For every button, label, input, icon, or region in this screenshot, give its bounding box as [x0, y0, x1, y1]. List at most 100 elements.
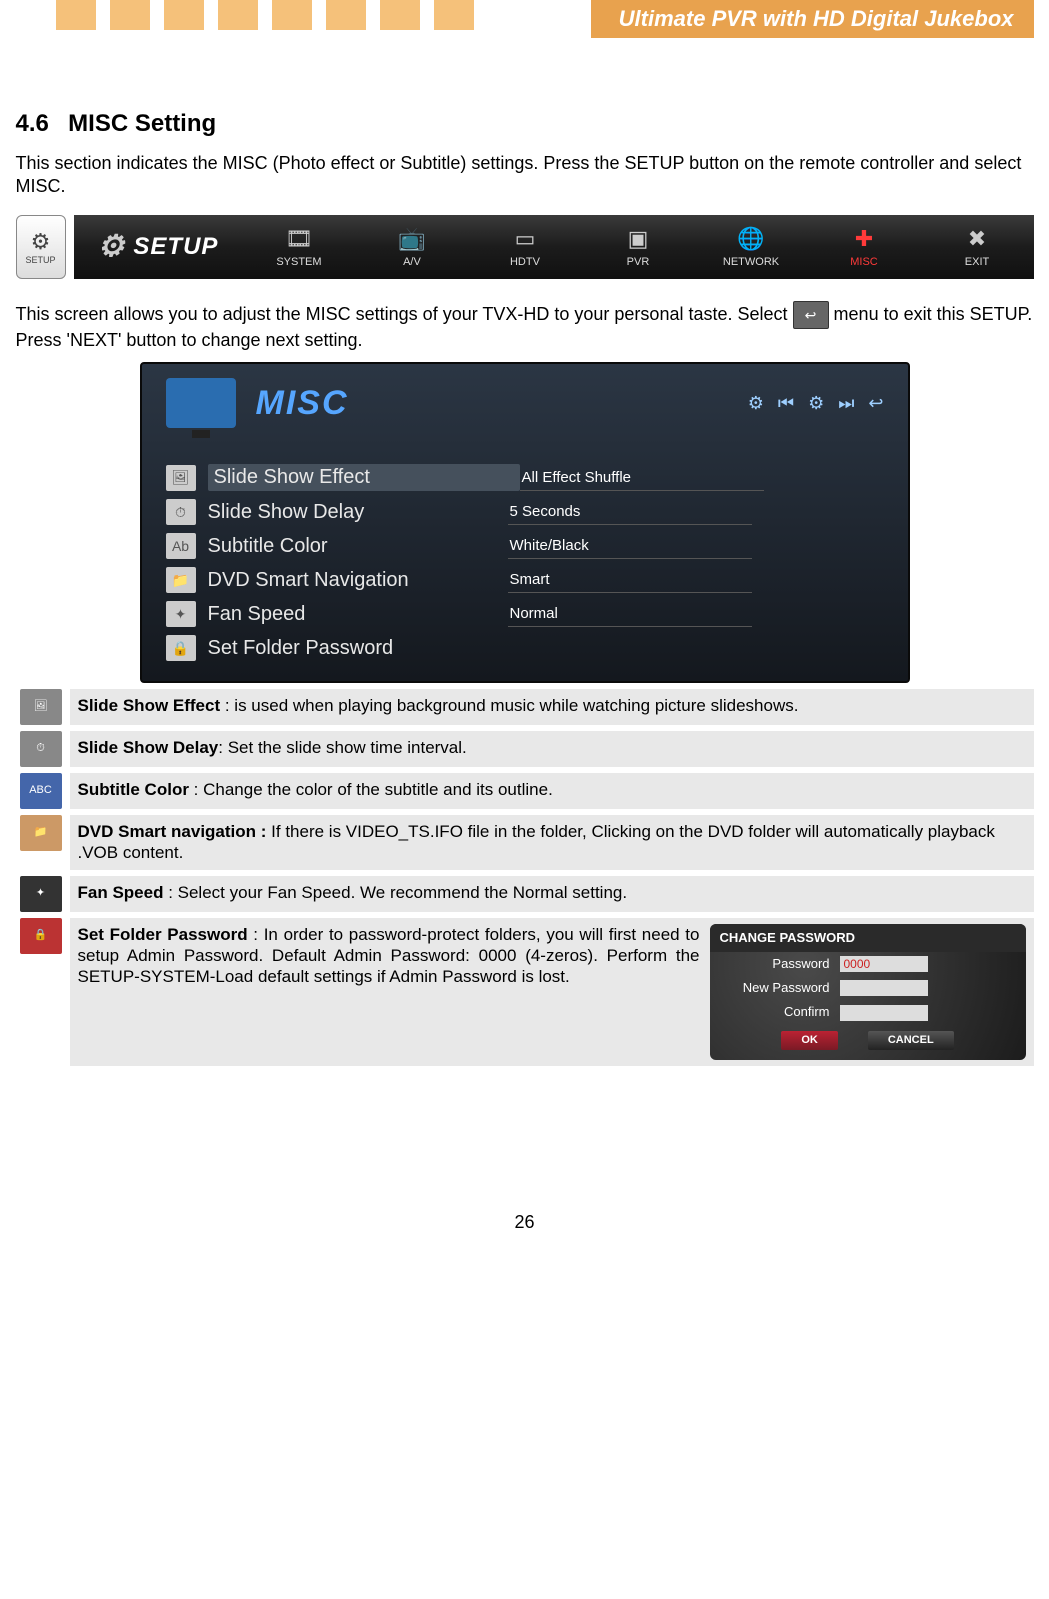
desc-row-fan-speed: ✦ Fan Speed : Select your Fan Speed. We … [16, 873, 1034, 915]
tv-icon: 📺 [398, 226, 425, 252]
exit-icon: ↩ [868, 393, 883, 414]
misc-label: Slide Show Effect [208, 464, 520, 491]
misc-label: Slide Show Delay [208, 501, 508, 524]
misc-row-slide-delay: ⏱Slide Show Delay5 Seconds [166, 495, 884, 529]
fan-icon: ✦ [166, 601, 196, 627]
fan-icon: ✦ [20, 876, 62, 912]
top-banner: Ultimate PVR with HD Digital Jukebox [16, 0, 1034, 40]
pvr-icon: ▣ [628, 226, 649, 252]
hdtv-icon: ▭ [515, 226, 536, 252]
toolbar-label: EXIT [965, 256, 989, 268]
abc-icon: Ab [166, 533, 196, 559]
confirm-label: Confirm [720, 1004, 830, 1020]
close-icon: ✖ [968, 226, 986, 252]
toolbar-label: PVR [627, 256, 650, 268]
toolbar-label: MISC [850, 256, 878, 268]
toolbar-item-pvr: ▣ PVR [581, 215, 694, 279]
password-label: Password [720, 956, 830, 972]
new-password-field-row: New Password [710, 976, 1026, 1000]
misc-settings-window: MISC ⚙ ⏮ ⚙ ⏭ ↩ 🖼 Slide Show EffectAll Eff… [140, 362, 910, 683]
toolbar-label: HDTV [510, 256, 540, 268]
new-password-input[interactable] [840, 980, 928, 996]
gear-icon: ⚙ [31, 229, 51, 255]
change-password-title: CHANGE PASSWORD [710, 924, 1026, 952]
exit-icon: ↩ [793, 301, 829, 329]
banner-title: Ultimate PVR with HD Digital Jukebox [591, 0, 1034, 38]
password-input[interactable]: 0000 [840, 956, 928, 972]
toolbar-label: SYSTEM [276, 256, 321, 268]
desc-bold: Subtitle Color [78, 780, 189, 799]
misc-window-title: MISC [256, 384, 349, 423]
misc-value: 5 Seconds [508, 499, 752, 525]
toolbar-item-system: 🎞 SYSTEM [242, 215, 355, 279]
misc-value: All Effect Shuffle [520, 465, 764, 491]
monitor-icon [166, 378, 236, 428]
toolbar-item-misc: ✚MISC [808, 215, 921, 279]
new-password-label: New Password [720, 980, 830, 996]
misc-value: Normal [508, 601, 752, 627]
confirm-input[interactable] [840, 1005, 928, 1021]
misc-row-subtitle-color: Ab Subtitle ColorWhite/Black [166, 529, 884, 563]
desc-bold: DVD Smart navigation : [78, 822, 267, 841]
prev-icon: ⏮ [778, 393, 794, 414]
section-heading: 4.6 MISC Setting [16, 110, 1034, 138]
paragraph-with-icon: This screen allows you to adjust the MIS… [16, 301, 1034, 352]
desc-text: : Set the slide show time interval. [218, 738, 467, 757]
remote-setup-label: SETUP [25, 255, 55, 265]
desc-row-dvd-nav: 📁 DVD Smart navigation : If there is VID… [16, 812, 1034, 873]
toolbar-label: NETWORK [723, 256, 779, 268]
folder-icon: 📁 [166, 567, 196, 593]
misc-window-header: MISC ⚙ ⏮ ⚙ ⏭ ↩ [142, 364, 908, 436]
desc-bold: Fan Speed [78, 883, 164, 902]
setup-toolbar-figure: ⚙ SETUP ⚙ SETUP 🎞 SYSTEM 📺 A/V ▭ HDTV ▣ PVR … [16, 215, 1034, 279]
gear-icon: ⚙ [748, 393, 764, 414]
lock-icon: 🔒 [20, 918, 62, 954]
misc-row-slide-effect: 🖼 Slide Show EffectAll Effect Shuffle [166, 460, 884, 495]
lock-icon: 🔒 [166, 635, 196, 661]
setup-logo: ⚙ SETUP [74, 215, 243, 279]
misc-row-folder-password: 🔒 Set Folder Password [166, 631, 884, 665]
misc-row-fan-speed: ✦ Fan SpeedNormal [166, 597, 884, 631]
desc-bold: Set Folder Password [78, 925, 248, 944]
effect-icon: 🖼 [166, 465, 196, 491]
misc-value: White/Black [508, 533, 752, 559]
toolbar-item-av: 📺 A/V [355, 215, 468, 279]
heading-number: 4.6 [16, 110, 62, 138]
para2a: This screen allows you to adjust the MIS… [16, 304, 788, 324]
desc-row-slide-delay: ⏱ Slide Show Delay: Set the slide show t… [16, 728, 1034, 770]
desc-row-folder-password: 🔒 Set Folder Password : In order to pass… [16, 915, 1034, 1070]
confirm-field-row: Confirm [710, 1000, 1026, 1024]
desc-row-slide-effect: 🖼 Slide Show Effect : is used when playi… [16, 689, 1034, 728]
cancel-button[interactable]: CANCEL [868, 1031, 954, 1051]
ok-button[interactable]: OK [781, 1031, 838, 1051]
toolbar-item-exit: ✖ EXIT [921, 215, 1034, 279]
description-table: 🖼 Slide Show Effect : is used when playi… [16, 689, 1034, 1072]
folder-icon: 📁 [20, 815, 62, 851]
clock-icon: ⏱ [20, 731, 62, 767]
desc-bold: Slide Show Delay [78, 738, 219, 757]
page-number: 26 [16, 1212, 1034, 1233]
misc-label: Fan Speed [208, 603, 508, 626]
setup-toolbar: ⚙ SETUP 🎞 SYSTEM 📺 A/V ▭ HDTV ▣ PVR 🌐NETWORK… [74, 215, 1034, 279]
next-icon: ⏭ [838, 393, 854, 414]
toolbar-label: A/V [403, 256, 421, 268]
intro-paragraph: This section indicates the MISC (Photo e… [16, 152, 1034, 199]
misc-header-controls: ⚙ ⏮ ⚙ ⏭ ↩ [748, 393, 884, 414]
film-icon: 🎞 [285, 226, 313, 252]
toolbar-item-hdtv: ▭ HDTV [468, 215, 581, 279]
misc-value: Smart [508, 567, 752, 593]
abc-icon: ABC [20, 773, 62, 809]
misc-label: Subtitle Color [208, 535, 508, 558]
misc-row-dvd-nav: 📁 DVD Smart NavigationSmart [166, 563, 884, 597]
desc-text: : is used when playing background music … [220, 696, 798, 715]
desc-bold: Slide Show Effect [78, 696, 221, 715]
decorative-tabs [56, 0, 488, 30]
remote-setup-button: ⚙ SETUP [16, 215, 66, 279]
desc-text: : Select your Fan Speed. We recommend th… [163, 883, 627, 902]
settings-icon: ⚙ [808, 393, 824, 414]
misc-label: Set Folder Password [208, 637, 508, 660]
gear-icon: ⚙ [98, 229, 126, 264]
setup-logo-text: SETUP [133, 233, 218, 261]
toolbar-item-network: 🌐NETWORK [694, 215, 807, 279]
misc-label: DVD Smart Navigation [208, 569, 508, 592]
